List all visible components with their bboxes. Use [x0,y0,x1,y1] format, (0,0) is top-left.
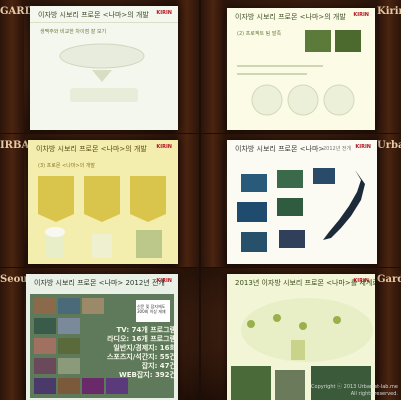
photo-panel-2: Kirin 이자방 시보리 프로몬 <나마>의 개발 KIRIN (2) 프로젝… [201,0,401,133]
stat-sports: 스포츠지/석간지: 55건 [106,353,176,361]
copyright-watermark: Copyright ⓒ 2013 Urbanist-lab.me All rig… [311,384,398,398]
slide-screen: 이자방 시보리 프로몬 <나마>의 개발 KIRIN 생맥주와 비교한 차이점 … [30,6,178,130]
banner-left: Seoul [0,268,32,400]
banner-right: Urban [377,134,401,267]
photo-panel-5: Seoul 이자방 시보리 프로몬 <나마> 2012년 전개 KIRIN 신문… [0,268,199,400]
stat-newspaper: 일반지/경제지: 16회 [113,344,176,352]
slide-graphic [38,176,166,258]
slide-screen: 이자방 시보리 프로몬 <나마> 2012년 전개 KIRIN 신문 및 잡지에… [26,274,178,400]
banner-right: Kirin [377,0,401,133]
banner-text: Seoul [0,274,32,285]
banner-text: Urban [377,140,401,151]
watermark-line-2: All rights reserved. [350,391,398,397]
stat-web: WEB잡지: 392건 [118,371,176,379]
photo-panel-1: GARDEN 이자방 시보리 프로몬 <나마>의 개발 KIRIN 생맥주와 비… [0,0,199,133]
watermark-line-1: Copyright ⓒ 2013 Urbanist-lab.me [311,384,398,390]
photo-panel-6: Garden 2013년 이자방 시보리 프로몬 <나마>를 세계로 KIRIN… [201,268,401,400]
banner-left: IRBAN [0,134,39,267]
slide-screen: 이자방 시보리 프로몬 <나마>의 개발 KIRIN (2) 프로젝트 팀 발족 [227,8,375,130]
banner-text: Garden [377,274,401,285]
banner-right [175,0,199,133]
slide-graphic [59,43,145,102]
slide-screen: 이차방 시보리 프로몬 <나마> KIRIN 2012년 전개 [227,140,377,264]
slide-screen: 2013년 이자방 시보리 프로몬 <나마>를 세계로 KIRIN [227,274,375,400]
slide-graphic [237,30,361,116]
banner-left: GARDEN [0,0,51,133]
stat-magazine: 잡지: 47건 [141,362,176,370]
slide-graphic [231,298,373,400]
banner-text: GARDEN [0,6,51,17]
callout-box: 신문 및 잡지에도 300회 이상 게재 [137,304,166,314]
banner-left [201,134,225,267]
stat-radio: 라디오: 16개 프로그램 [107,335,176,343]
photo-collage: GARDEN 이자방 시보리 프로몬 <나마>의 개발 KIRIN 생맥주와 비… [0,0,401,400]
stat-tv: TV: 74개 프로그램 [116,326,177,334]
photo-panel-4: Urban 이차방 시보리 프로몬 <나마> KIRIN 2012년 전개 [201,134,401,267]
photo-panel-3: IRBAN 이차방 시보리 프로몬 <나마>의 개발 KIRIN (3) 프로몬… [0,134,199,267]
banner-right [175,134,199,267]
banner-left [201,0,225,133]
slide-graphic [237,168,365,252]
banner-text: IRBAN [0,140,39,151]
banner-text: Kirin [377,6,401,17]
banner-right: Garden [377,268,401,400]
slide-screen: 이차방 시보리 프로몬 <나마>의 개발 KIRIN (3) 프로몬 <나마>의… [28,140,178,264]
